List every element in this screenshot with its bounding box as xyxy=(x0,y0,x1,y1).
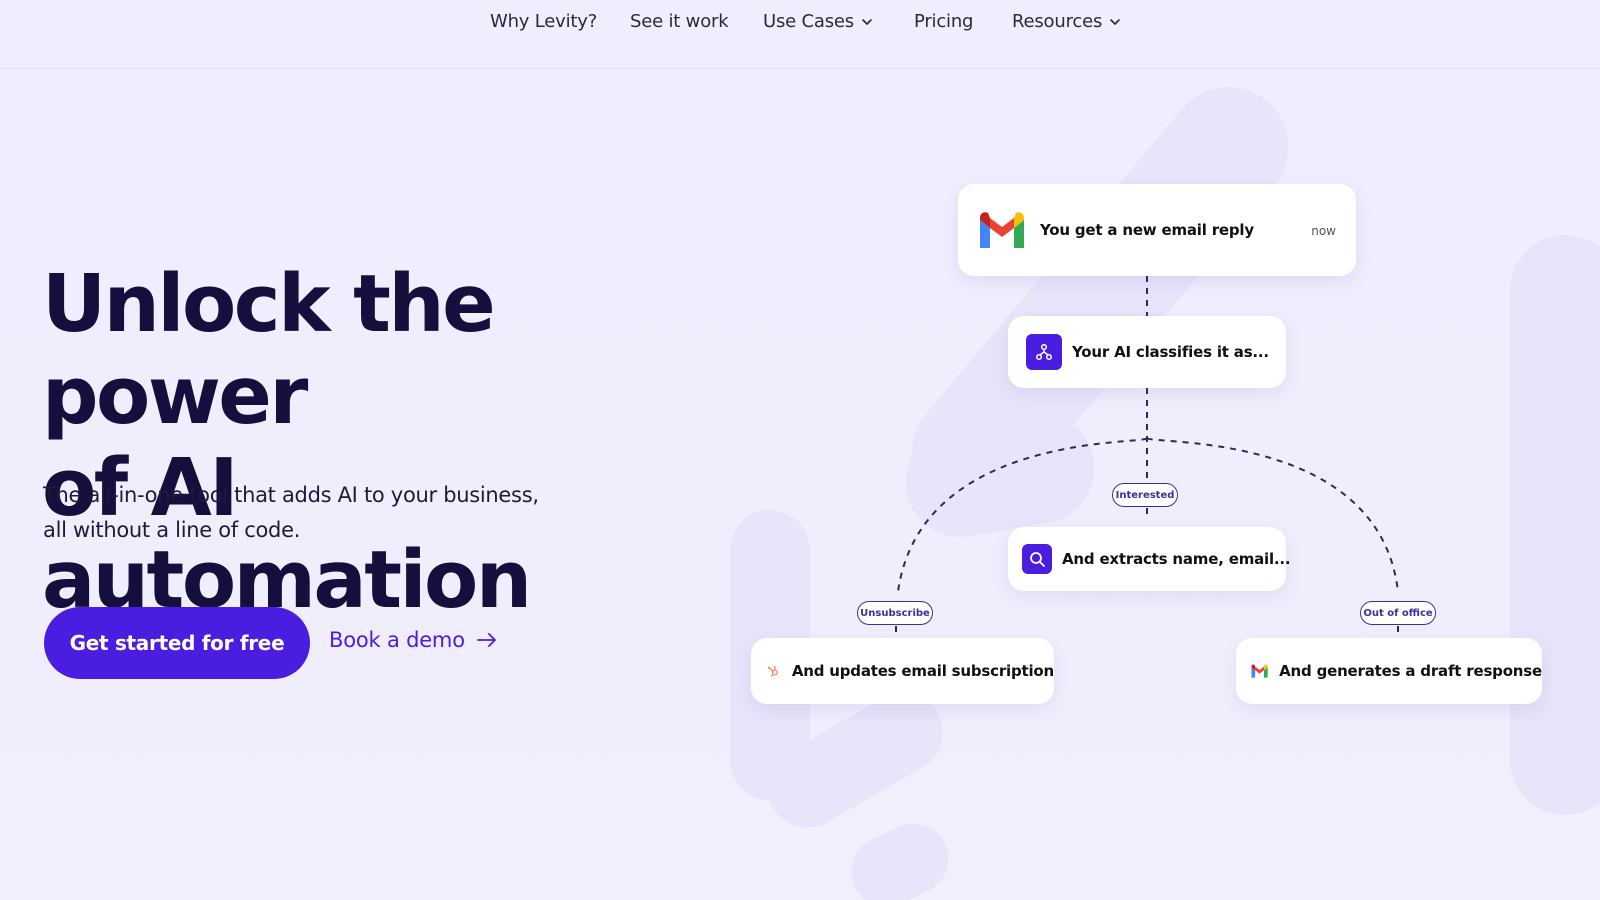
hubspot-icon xyxy=(767,666,778,677)
nav-pricing[interactable]: Pricing xyxy=(914,11,973,32)
nav-resources[interactable]: Resources xyxy=(1012,11,1122,32)
nav-label: Use Cases xyxy=(763,11,854,32)
nav-label: See it work xyxy=(630,11,729,32)
trigger-time: now xyxy=(1311,224,1336,238)
nav-label: Why Levity? xyxy=(490,11,598,32)
update-subscription-card: And updates email subscription xyxy=(751,638,1054,704)
hero-subtitle-line: all without a line of code. xyxy=(43,518,301,542)
background-shape xyxy=(839,812,961,900)
trigger-card: You get a new email reply now xyxy=(958,184,1356,276)
arrow-right-icon xyxy=(476,633,496,647)
hero-title-line: Unlock the power xyxy=(42,258,496,442)
top-navigation: Why Levity? See it work Use Cases Pricin… xyxy=(0,0,1600,69)
trigger-text: You get a new email reply xyxy=(1040,221,1254,239)
draft-response-text: And generates a draft response xyxy=(1279,662,1542,680)
hero-subtitle-line: The all-in-one tool that adds AI to your… xyxy=(43,483,539,507)
classifier-icon xyxy=(1026,334,1062,370)
gmail-icon xyxy=(980,212,1024,248)
branch-label-interested: Interested xyxy=(1112,483,1178,507)
hero-title: Unlock the power of AI automation xyxy=(42,258,742,626)
branch-label-unsubscribe: Unsubscribe xyxy=(857,601,933,625)
search-icon xyxy=(1022,544,1052,574)
update-subscription-text: And updates email subscription xyxy=(791,662,1054,680)
extract-card: And extracts name, email... xyxy=(1008,527,1291,591)
background-shape xyxy=(1510,235,1600,815)
gmail-icon xyxy=(1251,664,1268,678)
nav-label: Pricing xyxy=(914,11,974,32)
book-demo-link[interactable]: Book a demo xyxy=(329,628,497,652)
nav-see-it-work[interactable]: See it work xyxy=(630,11,729,32)
classify-text: Your AI classifies it as... xyxy=(1072,343,1269,361)
chevron-down-icon xyxy=(862,18,872,25)
nav-why-levity[interactable]: Why Levity? xyxy=(490,11,597,32)
branch-label-out-of-office: Out of office xyxy=(1360,601,1436,625)
book-demo-label: Book a demo xyxy=(329,628,465,652)
get-started-button[interactable]: Get started for free xyxy=(44,607,310,679)
chevron-down-icon xyxy=(1110,18,1120,25)
hero-subtitle: The all-in-one tool that adds AI to your… xyxy=(43,478,603,548)
classify-card: Your AI classifies it as... xyxy=(1008,316,1286,388)
draft-response-card: And generates a draft response xyxy=(1236,638,1542,704)
extract-text: And extracts name, email... xyxy=(1062,550,1291,568)
nav-label: Resources xyxy=(1012,11,1103,32)
nav-use-cases[interactable]: Use Cases xyxy=(763,11,874,32)
